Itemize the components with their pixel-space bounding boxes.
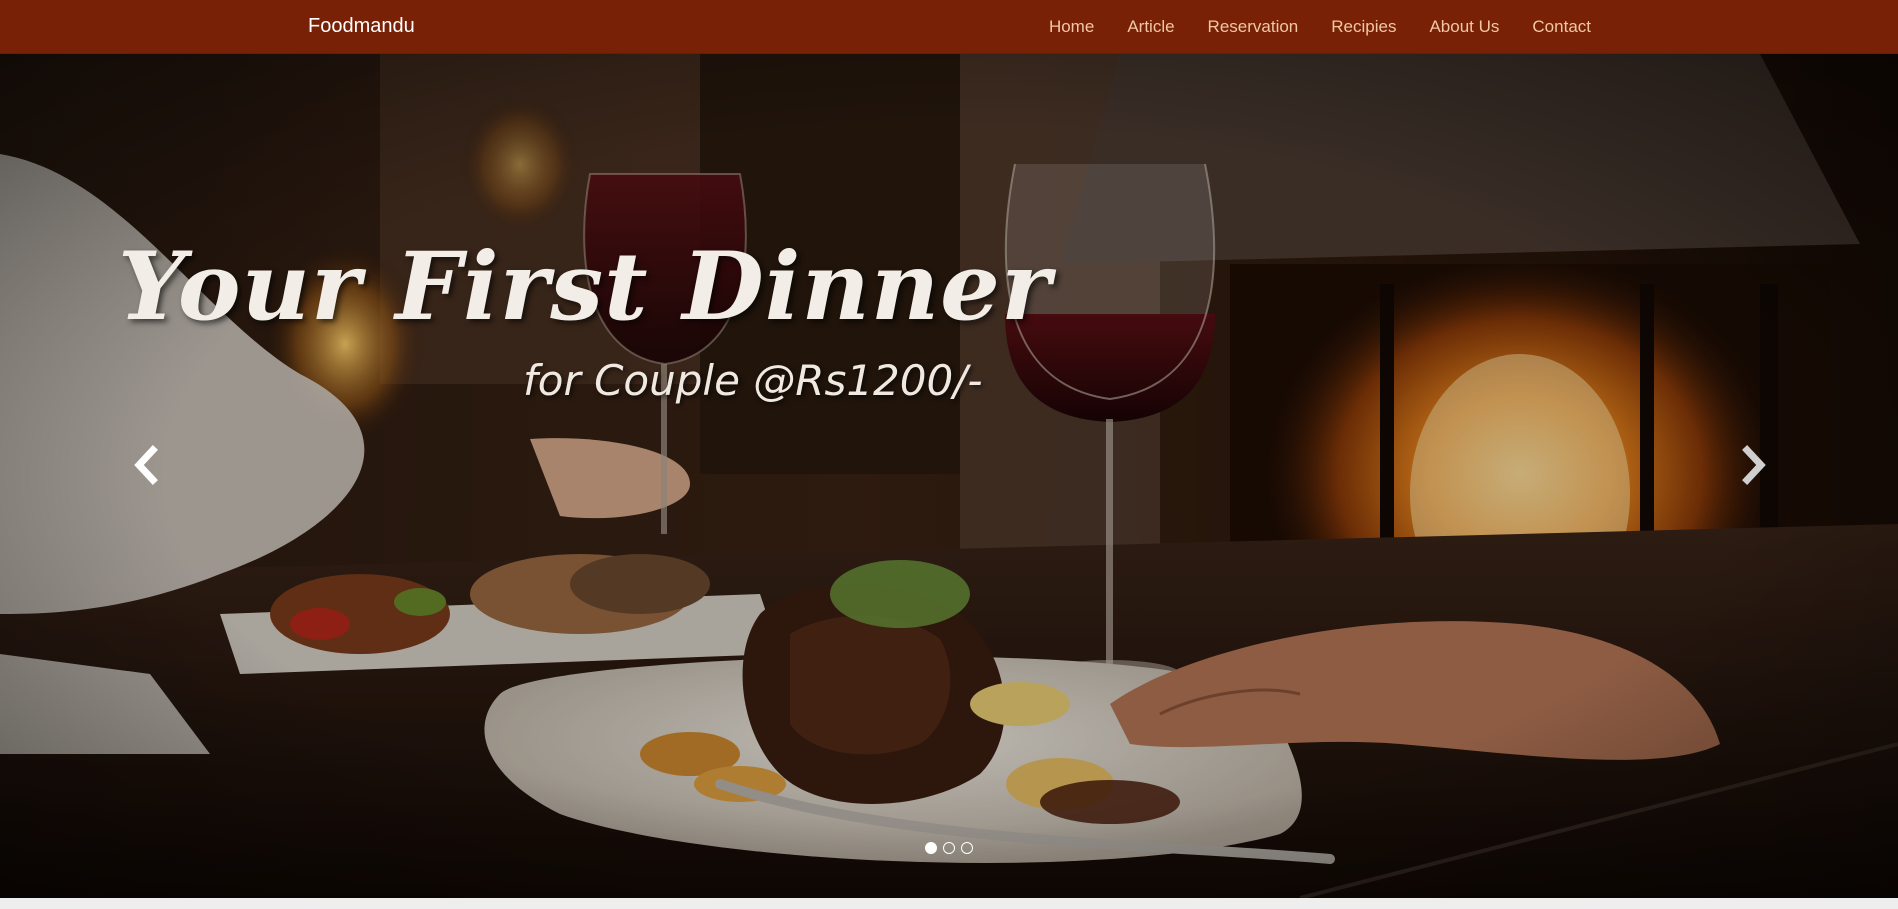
slide-subline: for Couple @Rs1200/- — [523, 356, 983, 405]
nav-item-article: Article — [1127, 0, 1174, 54]
nav-link-reservation[interactable]: Reservation — [1208, 0, 1299, 54]
nav-link-contact[interactable]: Contact — [1532, 0, 1591, 54]
nav-link-home[interactable]: Home — [1049, 0, 1094, 54]
nav-item-home: Home — [1049, 0, 1094, 54]
slide-headline: Your First Dinner — [118, 232, 1052, 342]
carousel-prev-button[interactable] — [116, 430, 176, 500]
nav-item-contact: Contact — [1532, 0, 1591, 54]
nav-link-article[interactable]: Article — [1127, 0, 1174, 54]
top-navbar: Foodmandu Home Article Reservation Recip… — [0, 0, 1898, 54]
carousel-indicator-2[interactable] — [943, 842, 955, 854]
carousel-indicator-3[interactable] — [961, 842, 973, 854]
nav-link-about[interactable]: About Us — [1429, 0, 1499, 54]
nav-item-reservation: Reservation — [1208, 0, 1299, 54]
carousel-next-button[interactable] — [1724, 430, 1784, 500]
slide-background-image — [0, 54, 1898, 898]
nav-menu: Home Article Reservation Recipies About … — [1049, 0, 1591, 54]
chevron-right-icon — [1742, 445, 1766, 485]
carousel-indicators — [925, 842, 973, 854]
nav-item-recipies: Recipies — [1331, 0, 1396, 54]
nav-link-recipies[interactable]: Recipies — [1331, 0, 1396, 54]
brand-logo-link[interactable]: Foodmandu — [308, 14, 415, 38]
carousel-indicator-1[interactable] — [925, 842, 937, 854]
hero-carousel: Your First Dinner for Couple @Rs1200/- — [0, 54, 1898, 898]
nav-item-about: About Us — [1429, 0, 1499, 54]
chevron-left-icon — [134, 445, 158, 485]
page-content-below-carousel — [0, 898, 1898, 909]
